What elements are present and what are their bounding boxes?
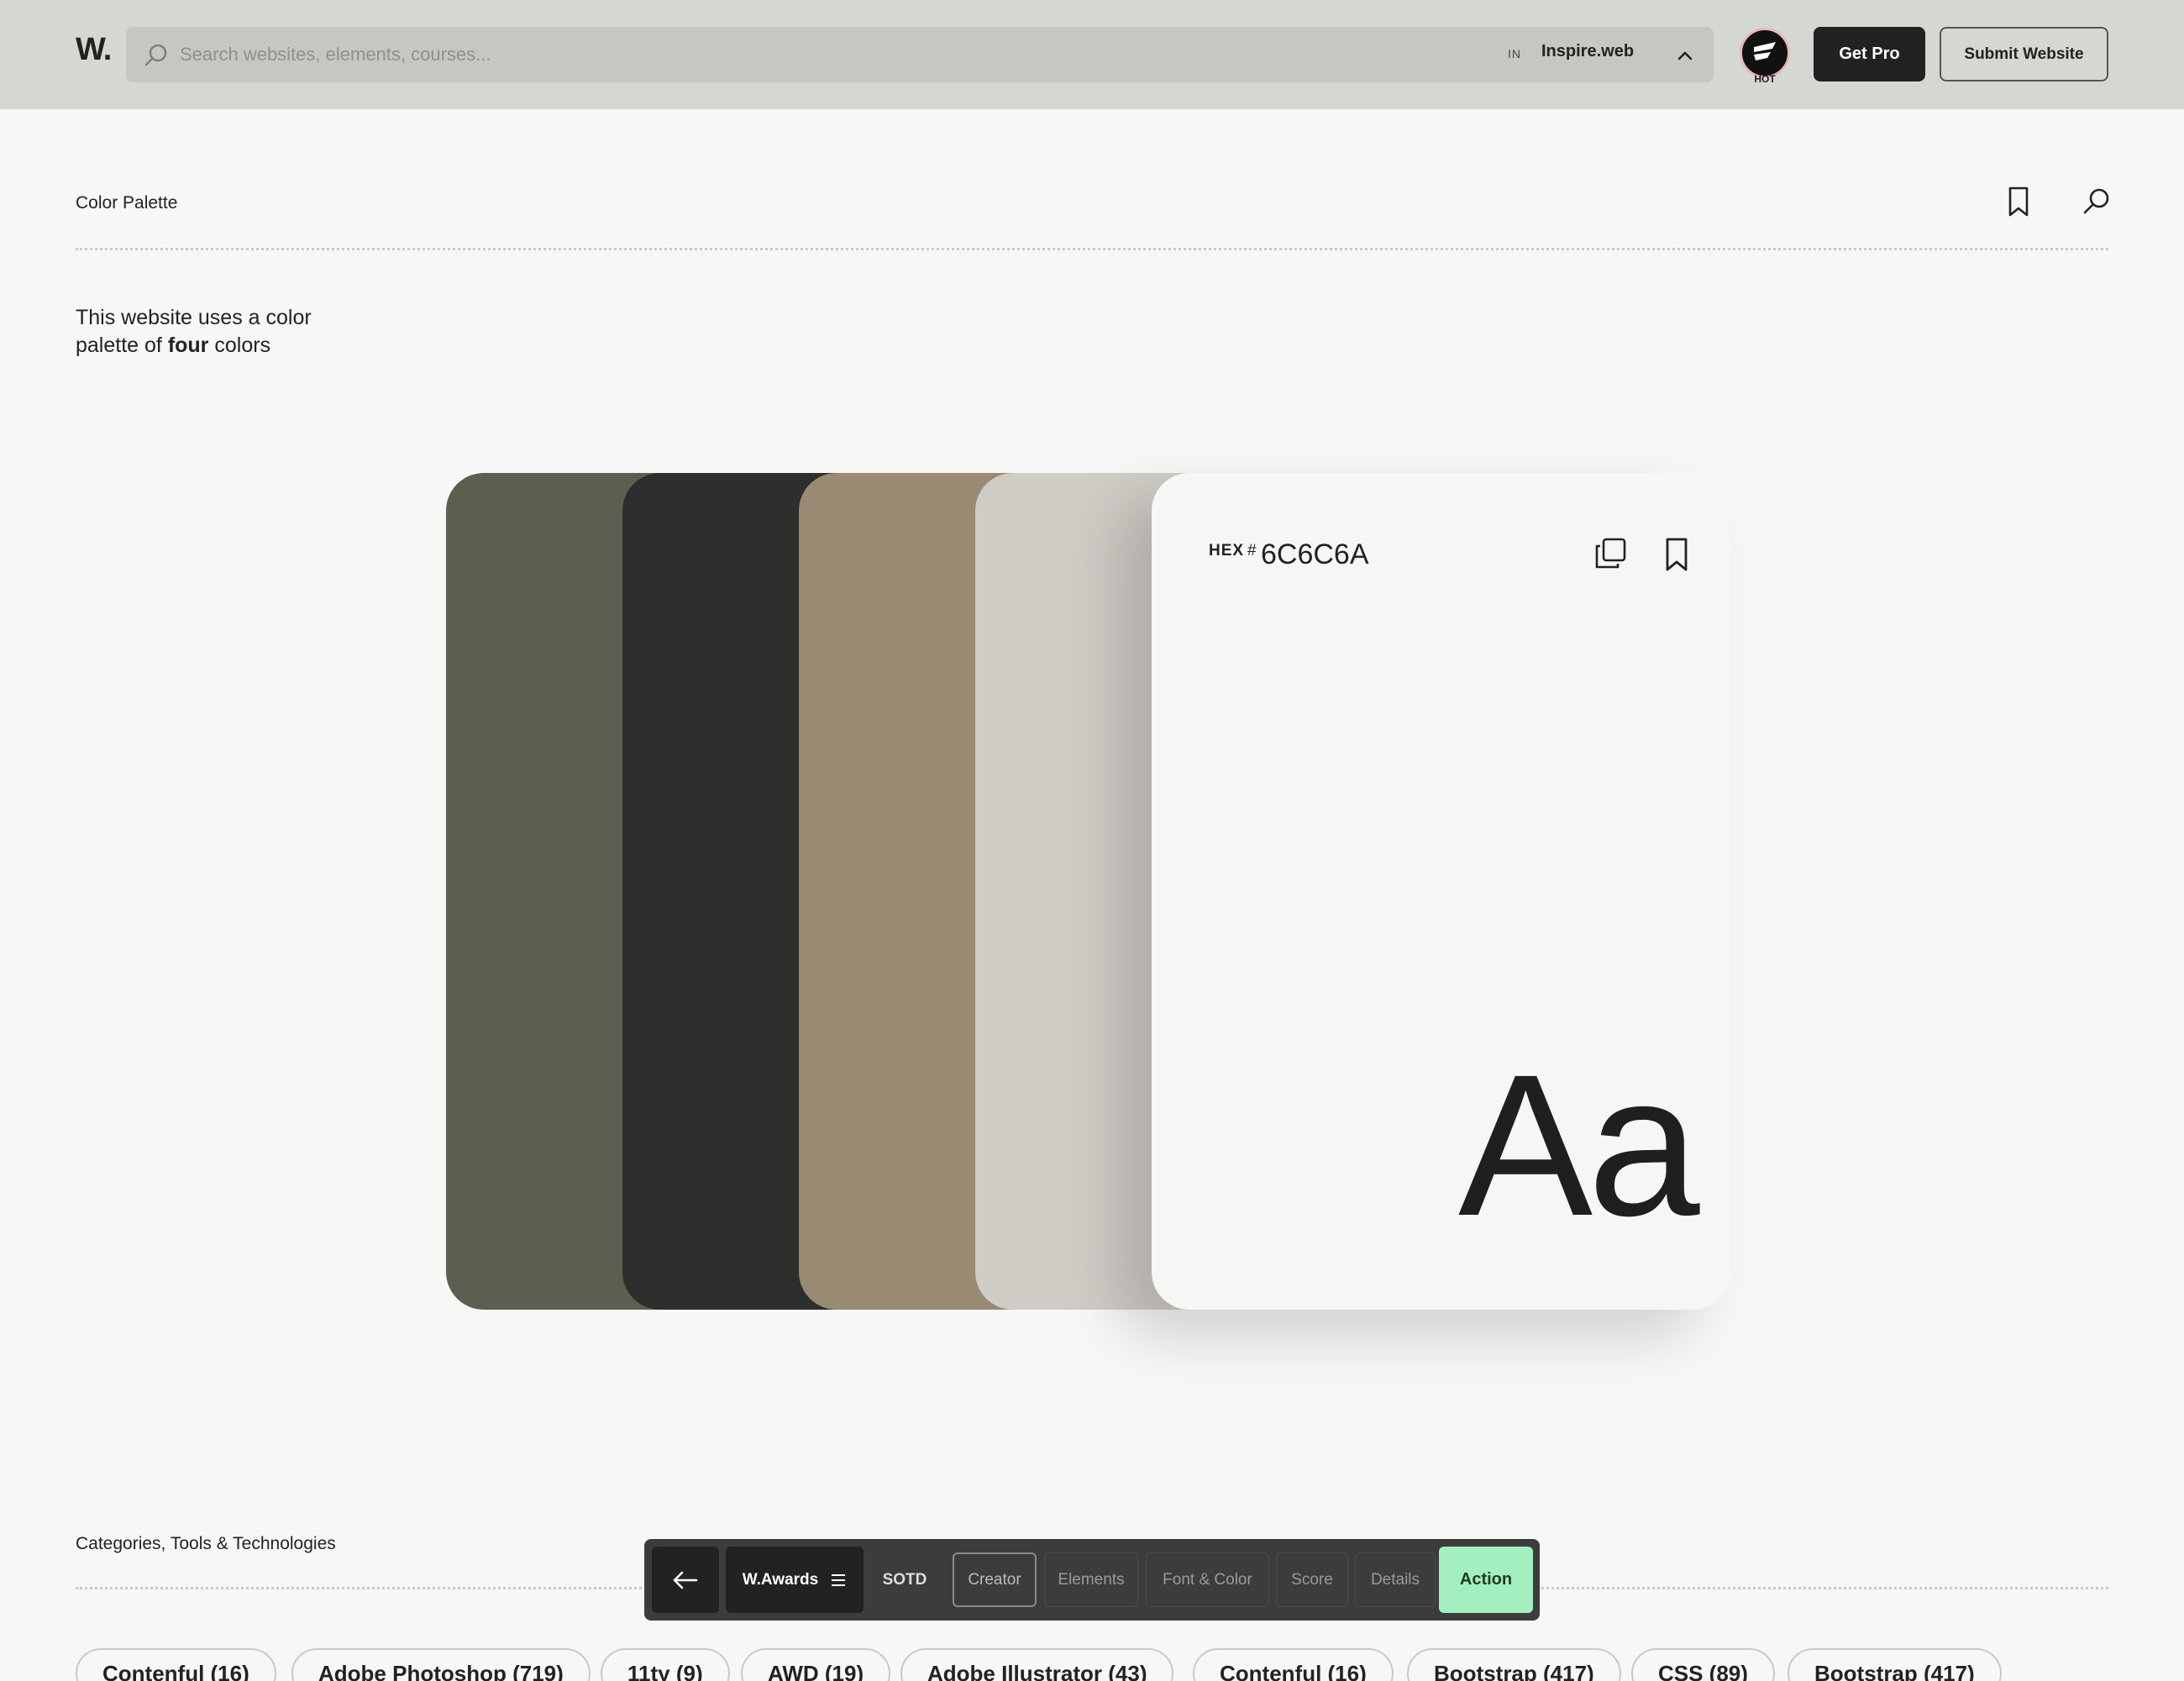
get-pro-button[interactable]: Get Pro bbox=[1814, 27, 1925, 81]
search-icon bbox=[144, 44, 167, 66]
font-sample: Aa bbox=[1458, 1032, 1700, 1258]
top-bar: W. IN Inspire.web HOT Get Pro Submit Web… bbox=[0, 0, 2184, 109]
nav-details[interactable]: Details bbox=[1355, 1552, 1436, 1607]
category-chip[interactable]: Adobe Photoshop (719) bbox=[291, 1648, 591, 1681]
awards-menu-button[interactable]: W.Awards bbox=[726, 1547, 864, 1613]
floating-nav: W.Awards SOTD Creator Elements Font & Co… bbox=[644, 1539, 1540, 1621]
nav-font-color[interactable]: Font & Color bbox=[1146, 1552, 1269, 1607]
category-chip[interactable]: AWD (19) bbox=[741, 1648, 891, 1681]
arrow-left-icon bbox=[673, 1571, 698, 1589]
category-chip[interactable]: Contenful (16) bbox=[1193, 1648, 1394, 1681]
nav-sotd[interactable]: SOTD bbox=[871, 1547, 938, 1613]
hot-badge[interactable]: HOT bbox=[1736, 26, 1793, 88]
scope-selector[interactable]: Inspire.web bbox=[1541, 42, 1634, 61]
awards-label: W.Awards bbox=[742, 1570, 819, 1589]
description-suffix: colors bbox=[208, 334, 271, 357]
search-bar[interactable]: IN Inspire.web bbox=[126, 27, 1714, 82]
nav-score[interactable]: Score bbox=[1276, 1552, 1348, 1607]
hot-label: HOT bbox=[1754, 73, 1776, 85]
copy-icon[interactable] bbox=[1593, 537, 1627, 570]
nav-creator[interactable]: Creator bbox=[953, 1552, 1037, 1607]
search-input[interactable] bbox=[180, 27, 1104, 82]
category-chip[interactable]: 11ty (9) bbox=[601, 1648, 730, 1681]
category-chip[interactable]: Bootstrap (417) bbox=[1407, 1648, 1621, 1681]
categories-title: Categories, Tools & Technologies bbox=[76, 1534, 336, 1553]
search-icon[interactable] bbox=[2082, 186, 2112, 217]
chevron-up-icon[interactable] bbox=[1673, 44, 1697, 67]
menu-icon bbox=[832, 1573, 846, 1586]
color-detail-card: HEX # 6C6C6A Aa bbox=[1152, 473, 1730, 1310]
category-chip[interactable]: Adobe Illustrator (43) bbox=[900, 1648, 1174, 1681]
category-chip[interactable]: CSS (89) bbox=[1631, 1648, 1775, 1681]
bookmark-icon[interactable] bbox=[2004, 186, 2033, 218]
flame-icon bbox=[1740, 28, 1790, 78]
action-button[interactable]: Action bbox=[1439, 1547, 1533, 1613]
bookmark-icon[interactable] bbox=[1662, 537, 1692, 572]
category-chip[interactable]: Bootstrap (417) bbox=[1788, 1648, 2002, 1681]
hex-label: HEX bbox=[1209, 542, 1245, 559]
color-count: four bbox=[167, 334, 209, 357]
hex-hash: # bbox=[1247, 542, 1257, 559]
hex-value[interactable]: 6C6C6A bbox=[1261, 538, 1369, 571]
section-title: Color Palette bbox=[76, 193, 178, 213]
nav-elements[interactable]: Elements bbox=[1044, 1552, 1138, 1607]
logo[interactable]: W. bbox=[76, 32, 112, 68]
divider bbox=[76, 248, 2108, 250]
back-button[interactable] bbox=[652, 1547, 719, 1613]
scope-code: IN bbox=[1508, 47, 1521, 60]
palette-description: This website uses a color palette of fou… bbox=[76, 304, 378, 360]
submit-website-button[interactable]: Submit Website bbox=[1940, 27, 2108, 81]
category-chip[interactable]: Contenful (16) bbox=[76, 1648, 276, 1681]
